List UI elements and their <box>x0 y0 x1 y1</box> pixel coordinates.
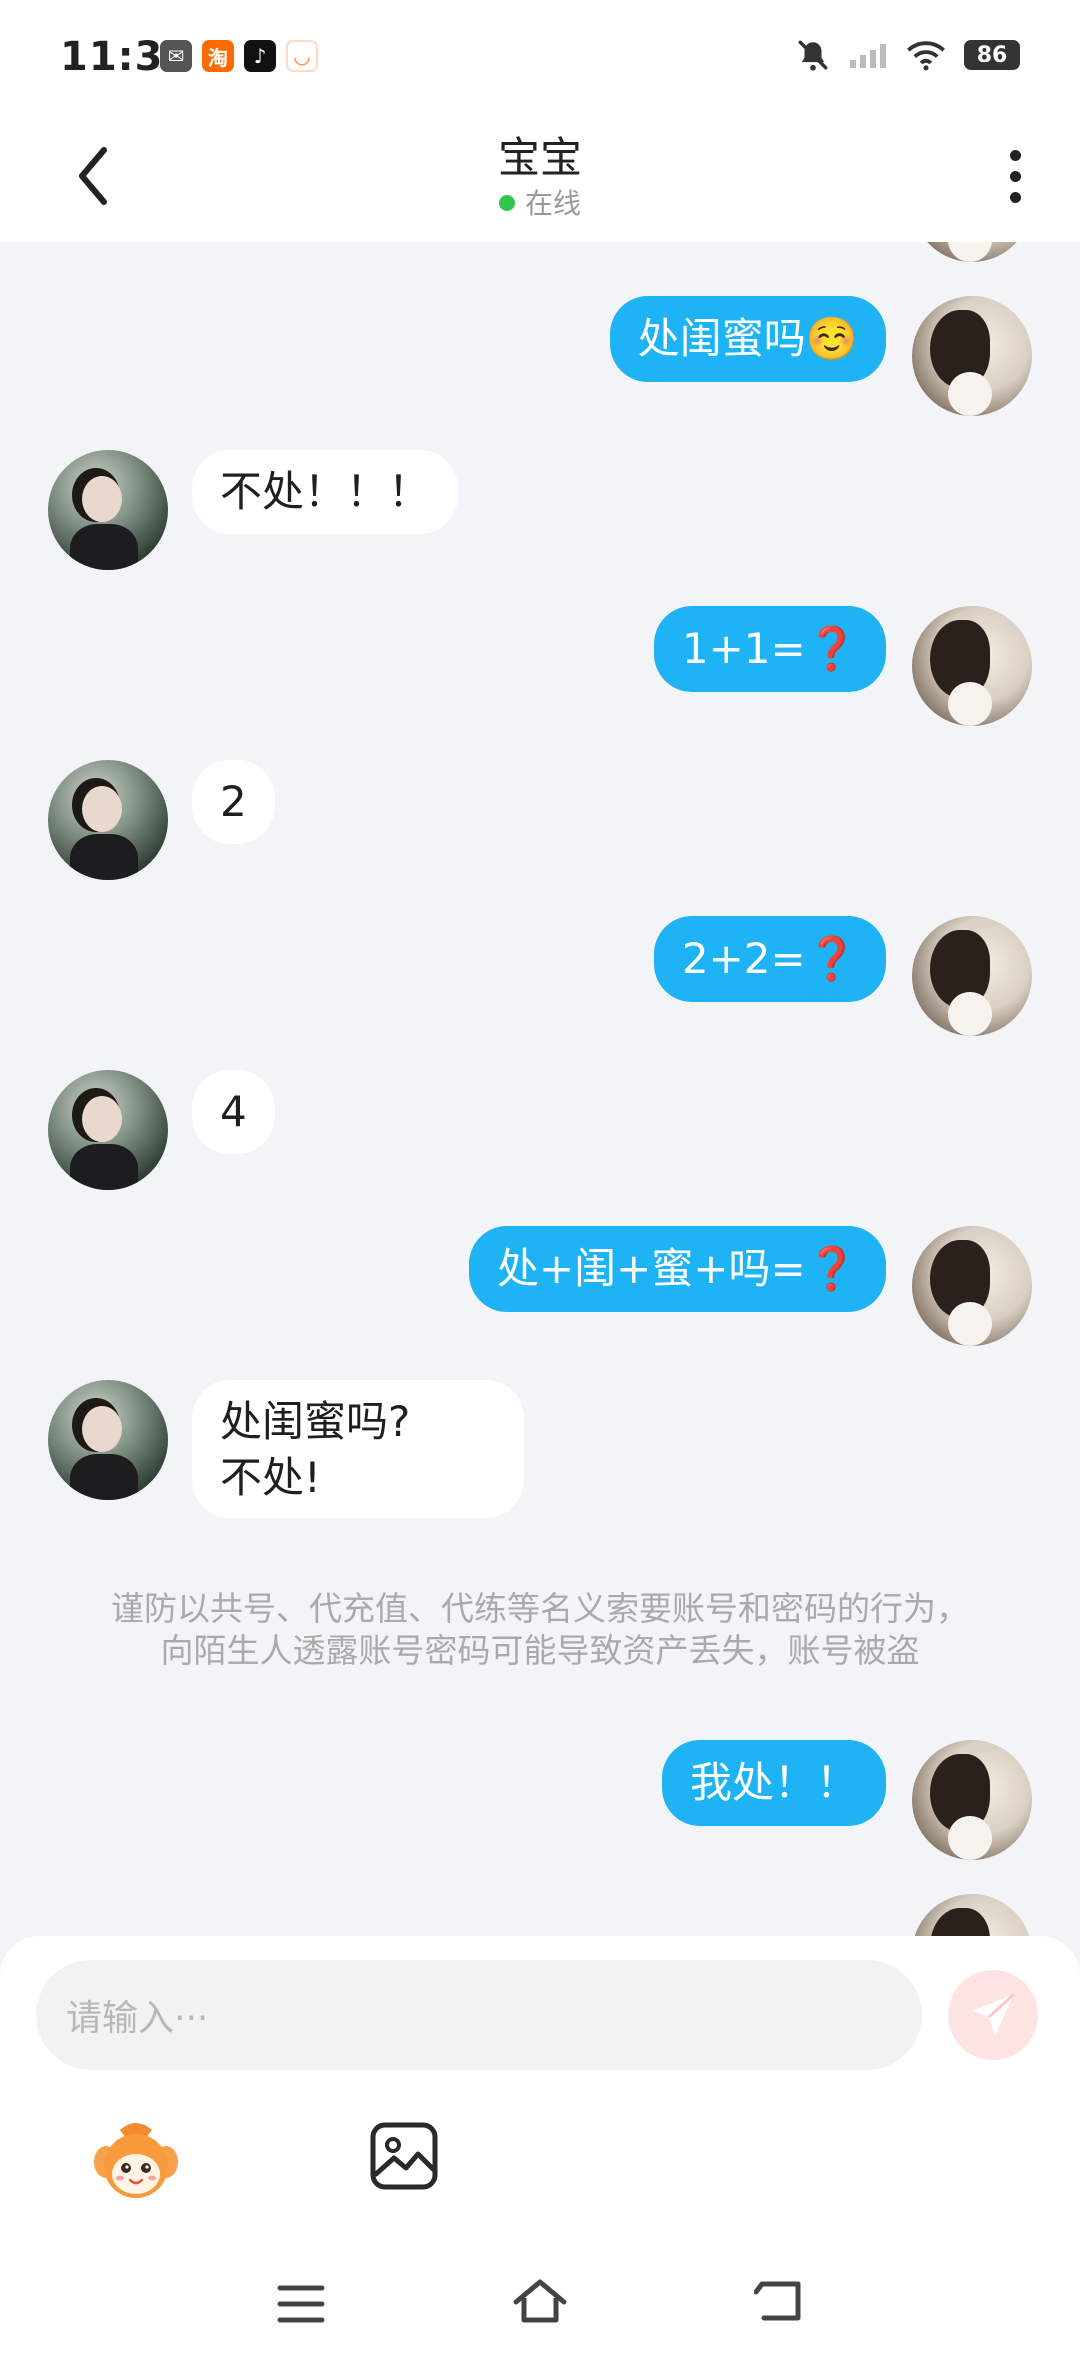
paper-plane-icon <box>972 1993 1015 2036</box>
sticker-mascot-icon[interactable] <box>90 2116 182 2208</box>
avatar-contact[interactable] <box>48 1380 168 1500</box>
home-nav-icon[interactable] <box>510 2276 570 2326</box>
message-bubble-contact[interactable]: 2 <box>192 760 275 844</box>
message-bubble-self[interactable]: 2+2=❓ <box>653 916 886 1002</box>
douyin-app-icon: ♪ <box>244 40 276 72</box>
avatar-self[interactable] <box>912 1740 1032 1860</box>
back-nav-icon[interactable] <box>754 2278 806 2324</box>
avatar-self[interactable] <box>912 606 1032 726</box>
wifi-icon <box>907 41 945 71</box>
online-status-label: 在线 <box>524 187 581 220</box>
input-panel: 请输入··· <box>0 1936 1080 2376</box>
message-bubble-contact[interactable]: 不处！！！ <box>192 450 459 534</box>
online-status: 在线 <box>0 182 1080 222</box>
message-bubble-self[interactable]: 我处！！ <box>661 1740 886 1826</box>
online-dot-icon <box>498 195 515 211</box>
chat-screen: 11:31 ✉ 淘 ♪ ◡ 86 宝宝 在线 处闺蜜吗☺️ 不处！！！ 1+1=… <box>0 0 1080 2376</box>
signal-icon <box>850 44 886 68</box>
message-bubble-self[interactable]: 处+闺+蜜+吗=❓ <box>468 1226 886 1312</box>
battery-indicator: 86 <box>964 40 1020 70</box>
taobao-app-icon: 淘 <box>202 40 234 72</box>
image-picker-icon[interactable] <box>368 2120 440 2192</box>
avatar-self[interactable] <box>912 296 1032 416</box>
avatar-contact[interactable] <box>48 1070 168 1190</box>
message-input[interactable]: 请输入··· <box>36 1960 922 2070</box>
contact-name: 宝宝 <box>497 133 582 182</box>
notification-app-icons: ✉ 淘 ♪ ◡ <box>160 40 318 72</box>
more-options-button[interactable] <box>990 136 1040 216</box>
didi-app-icon: ◡ <box>286 40 318 72</box>
status-indicators: 86 <box>796 38 1020 72</box>
send-button[interactable] <box>948 1970 1038 2060</box>
security-warning-line2: 向陌生人透露账号密码可能导致资产丢失，账号被盗 <box>160 1631 920 1670</box>
message-bubble-contact[interactable]: 4 <box>192 1070 275 1154</box>
menu-nav-icon[interactable] <box>276 2282 326 2326</box>
message-bubble-contact[interactable]: 处闺蜜吗? 不处! <box>192 1380 524 1518</box>
chat-header: 宝宝 在线 <box>0 110 1080 242</box>
avatar-self[interactable] <box>912 916 1032 1036</box>
message-list[interactable]: 处闺蜜吗☺️ 不处！！！ 1+1=❓ 2 2+2=❓ 4 处+闺+蜜+吗=❓ 处… <box>0 242 1080 1936</box>
avatar-contact[interactable] <box>48 450 168 570</box>
avatar-self[interactable] <box>912 1226 1032 1346</box>
avatar-self[interactable] <box>912 242 1032 262</box>
avatar-contact[interactable] <box>48 760 168 880</box>
security-warning-line1: 谨防以共号、代充值、代练等名义索要账号和密码的行为， <box>111 1589 969 1628</box>
status-bar: 11:31 ✉ 淘 ♪ ◡ 86 <box>0 0 1080 110</box>
message-bubble-self[interactable]: 1+1=❓ <box>653 606 886 692</box>
message-bubble-self[interactable]: 处闺蜜吗☺️ <box>609 296 886 382</box>
avatar-self[interactable] <box>912 1894 1032 1936</box>
message-app-icon: ✉ <box>160 40 192 72</box>
mute-bell-icon <box>798 40 828 71</box>
